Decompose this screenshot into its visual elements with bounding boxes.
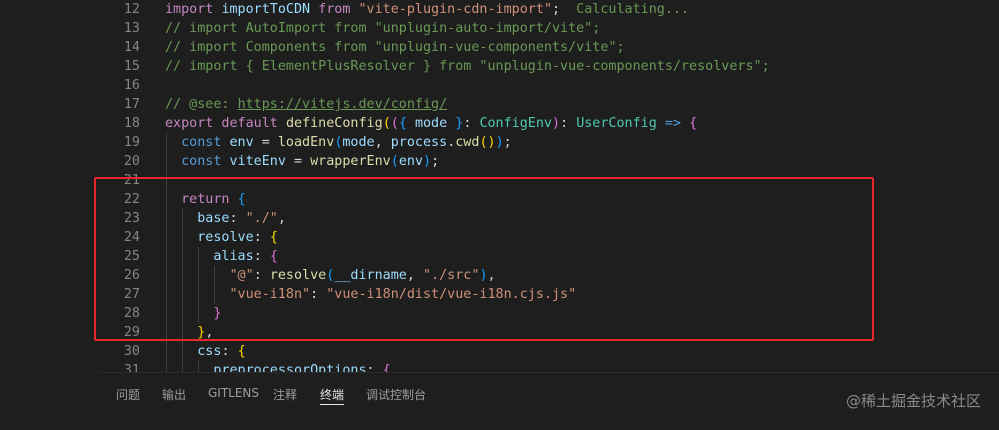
code-token: css (165, 344, 222, 359)
code-token: // import AutoImport from "unplugin-auto… (165, 21, 601, 36)
active-tab-indicator (320, 404, 344, 405)
code-token: { (237, 344, 246, 359)
code-token: "vite-plugin-cdn-import" (358, 2, 552, 17)
code-token: importToCDN (221, 2, 319, 17)
code-text: export default defineConfig(({ mode }: C… (165, 114, 697, 133)
tab-gitlens[interactable]: GITLENS (208, 386, 259, 400)
code-token: ) (495, 135, 504, 150)
code-token: ; (551, 2, 577, 17)
code-token: , (374, 135, 391, 150)
code-text: const viteEnv = wrapperEnv(env); (165, 152, 439, 171)
code-token: ) (552, 116, 561, 131)
code-token: env (229, 135, 262, 150)
code-token: const (165, 135, 230, 150)
code-token: : (366, 363, 383, 372)
code-token: defineConfig (285, 116, 383, 131)
code-text: preprocessorOptions: { (165, 361, 391, 372)
code-line[interactable]: 15 // import { ElementPlusResolver } from… (98, 57, 999, 76)
code-token: wrapperEnv (310, 154, 391, 169)
code-token: ; (431, 154, 440, 169)
code-token: // @see: (165, 97, 238, 112)
code-token: ( (390, 154, 399, 169)
code-token: // import { ElementPlusResolver } from "… (165, 59, 770, 74)
line-number: 13 (123, 21, 140, 36)
code-text: // import AutoImport from "unplugin-auto… (165, 19, 600, 38)
code-token: { (398, 116, 415, 131)
code-line[interactable]: 18 export default defineConfig(({ mode }:… (98, 114, 999, 133)
line-number: 15 (123, 59, 140, 74)
code-token: : (463, 116, 480, 131)
tab-terminal[interactable]: 终端 (320, 386, 344, 403)
line-number: 14 (123, 40, 140, 55)
code-token: export default (165, 116, 286, 131)
code-token: const (165, 154, 230, 169)
code-line[interactable]: 20 const viteEnv = wrapperEnv(env); (98, 152, 999, 171)
code-token: ConfigEnv (479, 116, 552, 131)
code-token: env (398, 154, 423, 169)
code-token: ( (382, 116, 391, 131)
code-token: // import Components from "unplugin-vue-… (165, 40, 625, 55)
code-token: loadEnv (277, 135, 335, 150)
line-number: 18 (123, 116, 140, 131)
code-token: => (664, 116, 690, 131)
watermark-text: @稀土掘金技术社区 (845, 392, 981, 410)
code-text: // import { ElementPlusResolver } from "… (165, 57, 770, 76)
code-text: // @see: https://vitejs.dev/config/ (165, 95, 447, 114)
code-line[interactable]: 12 import importToCDN from "vite-plugin-c… (98, 0, 999, 19)
code-token: : (221, 344, 238, 359)
code-token: https://vitejs.dev/config/ (237, 97, 448, 112)
line-number: 31 (123, 363, 140, 372)
code-token: () (479, 135, 496, 150)
code-token: mode (342, 135, 375, 150)
tab-comments[interactable]: 注释 (273, 386, 297, 403)
code-text: const env = loadEnv(mode, process.cwd())… (165, 133, 512, 152)
code-line[interactable]: 14 // import Components from "unplugin-vu… (98, 38, 999, 57)
line-number: 19 (123, 135, 140, 150)
code-token: cwd (455, 135, 480, 150)
code-token: viteEnv (229, 154, 294, 169)
code-text: import importToCDN from "vite-plugin-cdn… (165, 0, 689, 19)
code-token: Calculating... (576, 2, 690, 17)
code-line[interactable]: 19 const env = loadEnv(mode, process.cwd… (98, 133, 999, 152)
code-token: ; (503, 135, 512, 150)
left-gutter-strip (0, 0, 99, 429)
code-token: ( (390, 116, 399, 131)
code-token: { (689, 116, 698, 131)
line-number: 16 (123, 78, 140, 93)
line-number: 17 (123, 97, 140, 112)
code-line[interactable]: 16 (98, 76, 999, 95)
code-token: preprocessorOptions (165, 363, 367, 372)
code-line[interactable]: 31 preprocessorOptions: { (98, 361, 999, 372)
code-token: { (382, 363, 391, 372)
tab-output[interactable]: 输出 (162, 386, 186, 403)
code-text: css: { (165, 342, 246, 361)
tab-problems[interactable]: 问题 (116, 386, 140, 403)
code-token: import (165, 2, 222, 17)
code-token: UserConfig (576, 116, 665, 131)
code-token: from (318, 2, 359, 17)
line-number: 20 (123, 154, 140, 169)
highlight-annotation-box (94, 177, 874, 341)
code-text: // import Components from "unplugin-vue-… (165, 38, 625, 57)
code-token: : (560, 116, 577, 131)
code-token: mode (414, 116, 456, 131)
code-token: = (261, 135, 278, 150)
line-number: 12 (123, 2, 140, 17)
code-line[interactable]: 13 // import AutoImport from "unplugin-au… (98, 19, 999, 38)
line-number: 30 (123, 344, 140, 359)
code-token: ) (423, 154, 432, 169)
code-line[interactable]: 30 css: { (98, 342, 999, 361)
code-line[interactable]: 17 // @see: https://vitejs.dev/config/ (98, 95, 999, 114)
tab-debug-console[interactable]: 调试控制台 (366, 386, 426, 403)
code-token: process (390, 135, 448, 150)
code-token: = (294, 154, 311, 169)
